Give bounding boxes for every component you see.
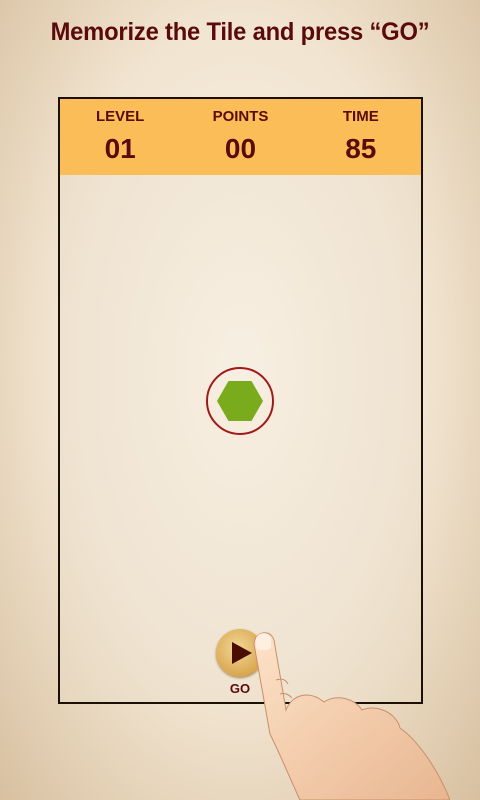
instruction-title: Memorize the Tile and press “GO” [50, 18, 430, 46]
stat-value: 00 [224, 133, 257, 164]
stat-level: LEVEL 01 [60, 99, 180, 175]
stat-label: POINTS [212, 108, 269, 125]
stat-label: LEVEL [95, 108, 145, 125]
game-screen: { "instruction": "Memorize the Tile and … [0, 0, 480, 800]
stat-time: TIME 85 [301, 99, 421, 175]
stats-bar: LEVEL 01 POINTS 00 TIME 85 [60, 99, 421, 175]
stat-points: POINTS 00 [180, 99, 300, 175]
hexagon-icon [217, 381, 263, 421]
stat-value: 85 [345, 133, 377, 164]
game-board: LEVEL 01 POINTS 00 TIME 85 GO [58, 97, 423, 704]
stat-label: TIME [342, 108, 379, 125]
tile-target[interactable] [206, 367, 274, 435]
pointing-hand-icon [253, 632, 450, 800]
stat-value: 01 [104, 133, 136, 164]
